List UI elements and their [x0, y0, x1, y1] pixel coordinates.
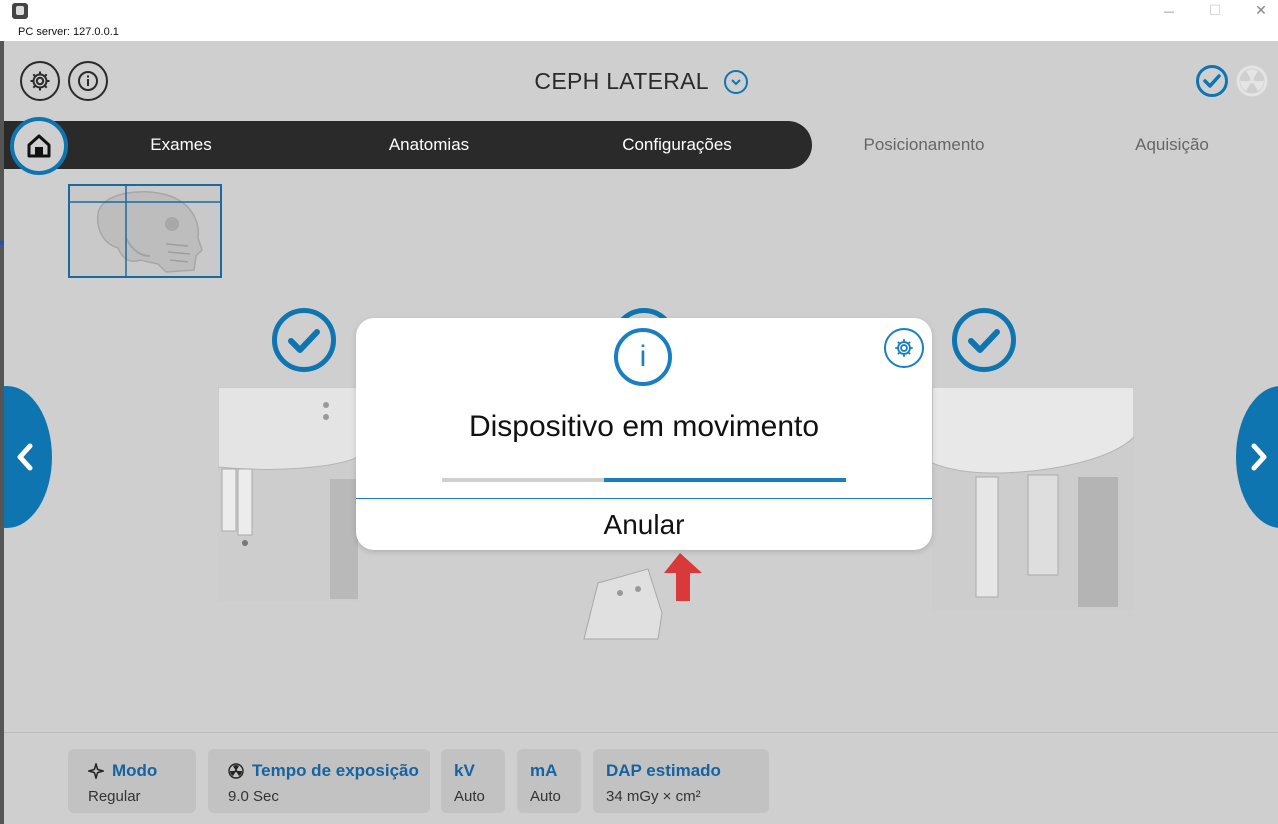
param-title: Modo	[112, 761, 158, 780]
cancel-button[interactable]: Anular	[356, 499, 932, 550]
param-value: Auto	[530, 788, 561, 805]
machine-illustration-left	[217, 386, 359, 601]
chevron-right-icon	[1251, 443, 1267, 471]
progress-fill	[603, 478, 846, 482]
param-title: Tempo de exposição	[252, 761, 419, 780]
param-card-kv: kV Auto	[441, 749, 505, 813]
step-check-right	[952, 308, 1016, 372]
exam-title: CEPH LATERAL	[534, 68, 709, 95]
maximize-button[interactable]: ☐	[1192, 0, 1238, 22]
machine-illustration-right	[931, 386, 1135, 611]
exam-selector[interactable]: CEPH LATERAL	[4, 67, 1278, 95]
dialog-message: Dispositivo em movimento	[468, 410, 820, 443]
check-circle-icon	[1203, 74, 1221, 88]
param-card-exposure-time: Tempo de exposição 9.0 Sec	[208, 749, 430, 813]
skull-image	[70, 186, 220, 276]
tab-exames[interactable]: Exames	[114, 121, 248, 169]
exposure-parameters-bar: Modo Regular Tempo de exposição 9.0 Sec …	[4, 732, 1278, 824]
movement-progress-bar	[442, 478, 846, 482]
anatomy-thumbnail[interactable]	[68, 184, 222, 278]
param-card-mode: Modo Regular	[68, 749, 196, 813]
check-icon	[288, 329, 320, 353]
radiation-icon	[228, 763, 244, 779]
close-button[interactable]: ✕	[1238, 0, 1278, 22]
machine-illustration-center	[566, 549, 718, 671]
radiation-icon	[1236, 65, 1268, 97]
param-title: mA	[530, 761, 558, 780]
previous-arrow-button[interactable]	[4, 386, 52, 528]
param-value: Auto	[454, 788, 485, 805]
param-card-ma: mA Auto	[517, 749, 581, 813]
chevron-left-icon	[17, 443, 33, 471]
window-titlebar: PC server: 127.0.0.1 — ☐ ✕	[0, 0, 1278, 41]
param-value: 9.0 Sec	[228, 788, 279, 805]
home-icon	[27, 134, 51, 158]
tab-aquisicao[interactable]: Aquisição	[1114, 121, 1230, 169]
tab-configuracoes[interactable]: Configurações	[598, 121, 756, 169]
radiation-indicator	[1236, 65, 1268, 97]
sparkle-icon	[88, 763, 104, 779]
param-card-dap: DAP estimado 34 mGy × cm²	[593, 749, 769, 813]
check-icon	[968, 329, 1000, 353]
param-title: kV	[454, 761, 475, 780]
server-label: PC server: 127.0.0.1	[18, 26, 119, 38]
workflow-nav: Exames Anatomias Configurações Posiciona…	[4, 121, 1278, 169]
tab-posicionamento[interactable]: Posicionamento	[844, 121, 1004, 169]
tab-anatomias[interactable]: Anatomias	[362, 121, 496, 169]
info-icon: i	[614, 328, 672, 386]
next-arrow-button[interactable]	[1236, 386, 1278, 528]
step-check-left	[272, 308, 336, 372]
param-title: DAP estimado	[606, 761, 721, 780]
status-ok-indicator	[1196, 65, 1228, 97]
app-logo-icon	[12, 3, 28, 19]
app-area: CEPH LATERAL Exames Anatomias Configuraç…	[4, 41, 1278, 824]
minimize-button[interactable]: —	[1146, 0, 1192, 22]
param-value: 34 mGy × cm²	[606, 788, 701, 805]
param-value: Regular	[88, 788, 141, 805]
device-moving-dialog: i Dispositivo em movimento Anular	[356, 318, 932, 550]
chevron-down-icon[interactable]	[723, 69, 748, 94]
gear-icon	[895, 339, 913, 357]
dialog-settings-button[interactable]	[884, 328, 924, 368]
home-button[interactable]	[10, 117, 68, 175]
